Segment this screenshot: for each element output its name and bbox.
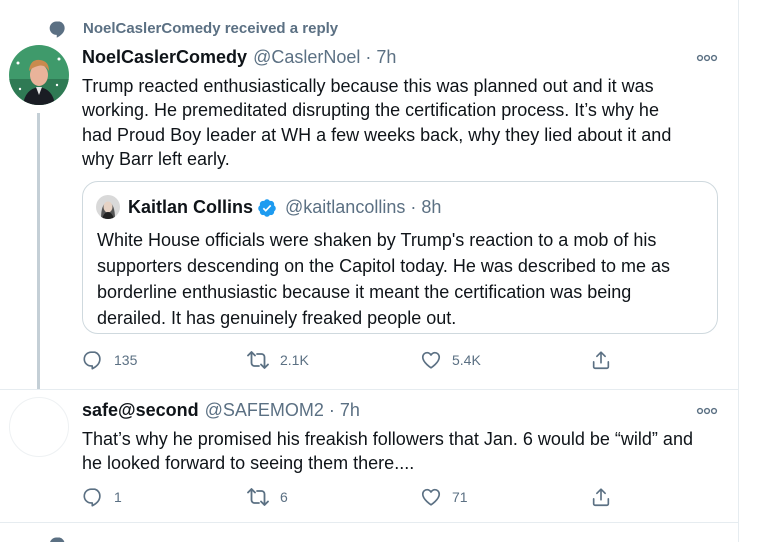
share-button[interactable] bbox=[590, 348, 612, 372]
tweet-text-line: working. He premeditated disrupting the … bbox=[82, 100, 659, 121]
reply-icon bbox=[82, 486, 104, 508]
quoted-tweet-timestamp[interactable]: 8h bbox=[421, 197, 441, 218]
like-button[interactable]: 71 bbox=[420, 485, 468, 509]
reply-icon bbox=[82, 349, 104, 371]
tweet-divider bbox=[0, 522, 738, 523]
timeline-column: NoelCaslerComedy received a reply NoelCa… bbox=[0, 0, 739, 542]
tweet-text: Trump reacted enthusiastically because t… bbox=[82, 74, 671, 171]
tweet-divider bbox=[0, 389, 738, 390]
avatar-safesecond[interactable] bbox=[9, 397, 69, 457]
author-handle[interactable]: @SAFEMOM2 bbox=[205, 400, 324, 421]
quoted-tweet-header: Kaitlan Collins @kaitlancollins · 8h bbox=[128, 197, 441, 218]
retweet-button[interactable]: 6 bbox=[246, 485, 288, 509]
retweet-icon bbox=[246, 486, 270, 508]
share-icon bbox=[590, 486, 612, 508]
quoted-text-line: supporters descending on the Capitol tod… bbox=[97, 256, 670, 276]
retweet-button[interactable]: 2.1K bbox=[246, 348, 309, 372]
next-tweet-speech-bubble-icon bbox=[48, 535, 68, 542]
more-options-icon[interactable] bbox=[694, 401, 720, 421]
more-options-icon[interactable] bbox=[694, 48, 720, 68]
reply-button[interactable]: 1 bbox=[82, 485, 122, 509]
tweet-text-line: That’s why he promised his freakish foll… bbox=[82, 429, 693, 449]
like-button[interactable]: 5.4K bbox=[420, 348, 481, 372]
reply-button[interactable]: 135 bbox=[82, 348, 137, 372]
tweet1-header: NoelCaslerComedy @CaslerNoel · 7h bbox=[82, 47, 396, 68]
tweet-text: That’s why he promised his freakish foll… bbox=[82, 427, 693, 476]
quoted-text-line: borderline enthusiastic because it meant… bbox=[97, 282, 632, 302]
verified-badge-icon bbox=[257, 198, 277, 218]
quoted-tweet-text: White House officials were shaken by Tru… bbox=[97, 227, 670, 331]
reply-context bbox=[48, 18, 68, 40]
share-button[interactable] bbox=[590, 485, 612, 509]
tweet-text-line: Trump reacted enthusiastically because t… bbox=[82, 76, 654, 96]
quoted-text-line: White House officials were shaken by Tru… bbox=[97, 230, 657, 250]
quoted-author-name[interactable]: Kaitlan Collins bbox=[128, 197, 253, 218]
like-count: 5.4K bbox=[452, 352, 481, 368]
thread-line bbox=[37, 113, 40, 390]
reply-count: 1 bbox=[114, 489, 122, 505]
reply-context-text[interactable]: NoelCaslerComedy received a reply bbox=[83, 20, 338, 37]
author-name[interactable]: NoelCaslerComedy bbox=[82, 47, 247, 68]
like-count: 71 bbox=[452, 489, 468, 505]
quoted-text-line: derailed. It has genuinely freaked peopl… bbox=[97, 308, 457, 328]
author-name[interactable]: safe@second bbox=[82, 400, 199, 421]
heart-icon bbox=[420, 349, 442, 371]
retweet-count: 6 bbox=[280, 489, 288, 505]
separator-dot: · bbox=[365, 47, 372, 67]
tweet-timestamp[interactable]: 7h bbox=[340, 400, 360, 421]
retweet-count: 2.1K bbox=[280, 352, 309, 368]
heart-icon bbox=[420, 486, 442, 508]
separator-dot: · bbox=[410, 197, 417, 217]
tweet2-header: safe@second @SAFEMOM2 · 7h bbox=[82, 400, 360, 421]
tweet-text-line: he looked forward to seeing them there..… bbox=[82, 453, 415, 474]
avatar-kaitlancollins[interactable] bbox=[96, 195, 120, 219]
quoted-tweet[interactable]: Kaitlan Collins @kaitlancollins · 8h Whi… bbox=[82, 181, 718, 334]
reply-count: 135 bbox=[114, 352, 138, 368]
speech-bubble-icon bbox=[48, 19, 68, 39]
tweet-text-line: why Barr left early. bbox=[82, 148, 230, 169]
tweet-text-line: had Proud Boy leader at WH a few weeks b… bbox=[82, 124, 672, 145]
tweet2-actions: 1 6 71 bbox=[82, 485, 622, 509]
share-icon bbox=[590, 349, 612, 371]
author-handle[interactable]: @CaslerNoel bbox=[253, 47, 360, 68]
separator-dot: · bbox=[328, 400, 335, 420]
tweet1-actions: 135 2.1K 5.4K bbox=[82, 348, 622, 372]
tweet-timestamp[interactable]: 7h bbox=[376, 47, 396, 68]
quoted-author-handle[interactable]: @kaitlancollins bbox=[285, 197, 405, 218]
avatar-noelcaslercomedy[interactable] bbox=[9, 45, 69, 105]
retweet-icon bbox=[246, 349, 270, 371]
